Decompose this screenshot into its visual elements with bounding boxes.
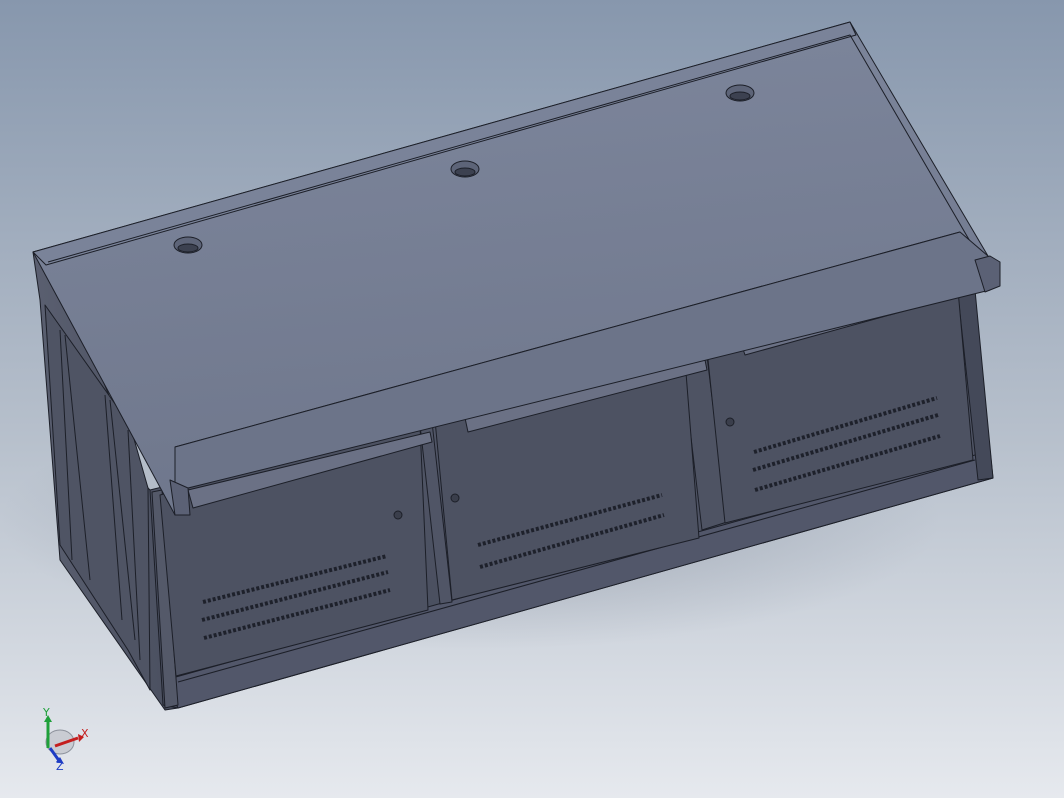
graphics-viewport[interactable]: X Y Z	[0, 0, 1064, 798]
triad-x-label: X	[81, 727, 89, 740]
triad-y-label: Y	[42, 706, 50, 719]
triad-z-label: Z	[56, 760, 64, 773]
cable-grommet-2[interactable]	[450, 160, 480, 178]
cable-grommet-1[interactable]	[173, 236, 203, 254]
door-lock-right[interactable]	[725, 417, 735, 427]
door-lock-center[interactable]	[450, 493, 460, 503]
cable-grommet-3[interactable]	[725, 84, 755, 102]
door-lock-left[interactable]	[393, 510, 403, 520]
cad-model-view[interactable]: X Y Z	[0, 0, 1064, 798]
